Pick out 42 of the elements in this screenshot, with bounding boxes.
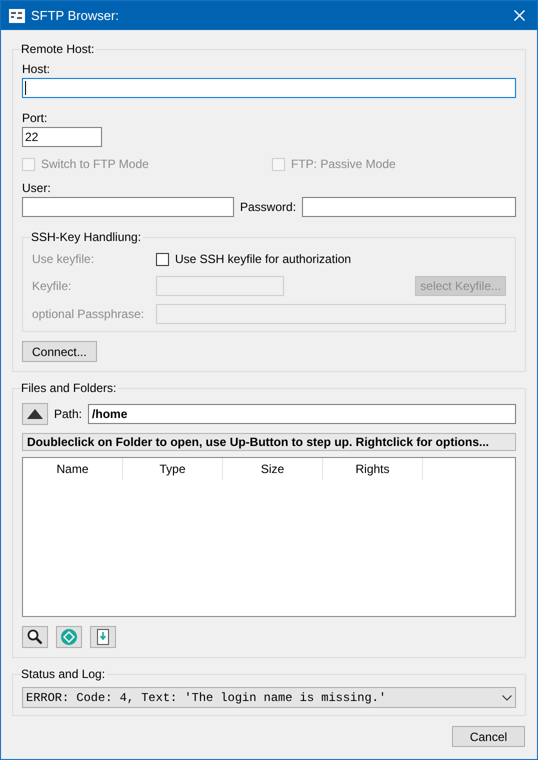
connect-icon-button[interactable] xyxy=(56,626,82,648)
column-header[interactable]: Size xyxy=(223,458,323,480)
hint-bar: Doubleclick on Folder to open, use Up-Button to step up. Rightclick for options... xyxy=(22,433,516,451)
log-dropdown[interactable]: ERROR: Code: 4, Text: 'The login name is missing.' xyxy=(22,687,516,708)
group-title: Status and Log: xyxy=(21,666,106,683)
user-field[interactable] xyxy=(22,197,234,217)
column-header[interactable]: Name xyxy=(23,458,123,480)
diamond-icon xyxy=(61,629,77,645)
group-title: Files and Folders: xyxy=(21,380,118,397)
window-title: SFTP Browser: xyxy=(31,6,119,25)
checkbox-label: Use SSH keyfile for authorization xyxy=(175,251,352,268)
group-title: Remote Host: xyxy=(21,41,96,58)
search-icon xyxy=(27,629,43,645)
port-field[interactable]: 22 xyxy=(22,127,102,147)
field-label: User: xyxy=(22,180,52,195)
download-button[interactable] xyxy=(90,626,116,648)
checkbox-label: Switch to FTP Mode xyxy=(41,156,149,173)
checkbox-label: FTP: Passive Mode xyxy=(291,156,396,173)
cancel-button[interactable]: Cancel xyxy=(452,726,525,747)
host-field[interactable] xyxy=(22,78,516,98)
column-header[interactable]: Type xyxy=(123,458,223,480)
group-title: SSH-Key Handliung: xyxy=(31,229,142,246)
up-button[interactable] xyxy=(22,403,48,425)
search-button[interactable] xyxy=(22,626,48,648)
connect-button[interactable]: Connect... xyxy=(22,341,97,362)
field-label: Host: xyxy=(22,61,52,76)
field-label: optional Passphrase: xyxy=(32,306,146,323)
field-label: Port: xyxy=(22,110,48,125)
app-icon xyxy=(9,8,25,22)
close-icon xyxy=(514,10,524,21)
chevron-down-icon xyxy=(502,694,512,700)
field-label: Path: xyxy=(54,406,82,423)
password-field[interactable] xyxy=(302,197,516,217)
column-header[interactable]: Rights xyxy=(323,458,423,480)
field-label: Password: xyxy=(240,199,296,216)
field-label: Use keyfile: xyxy=(32,251,96,268)
up-triangle-icon xyxy=(27,409,43,419)
field-label: Keyfile: xyxy=(32,278,72,295)
download-file-icon xyxy=(97,629,109,645)
path-field[interactable]: /home xyxy=(88,404,516,424)
log-message: ERROR: Code: 4, Text: 'The login name is missing.' xyxy=(26,690,386,706)
text-caret xyxy=(25,81,26,95)
